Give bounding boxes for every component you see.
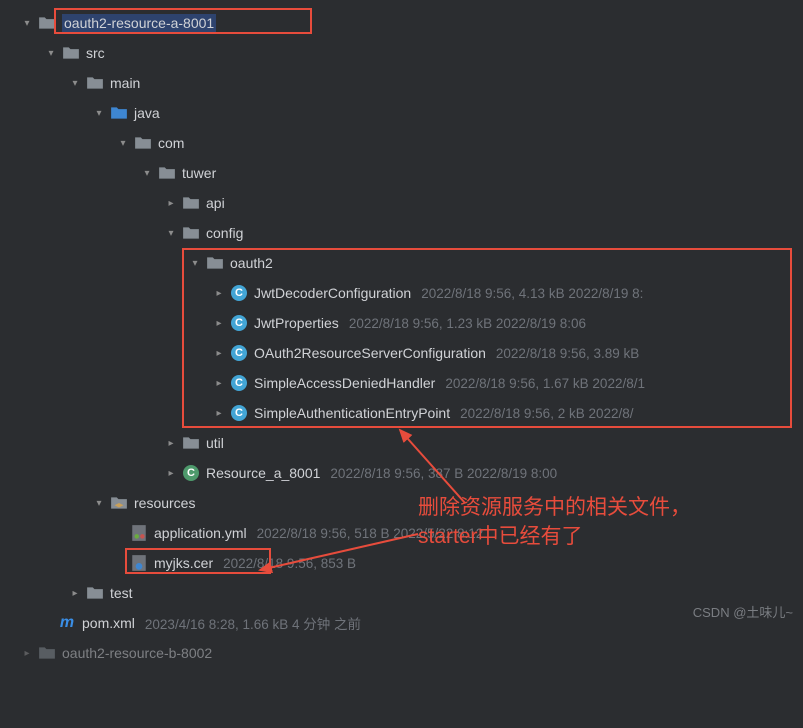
tree-label: oauth2 — [230, 255, 273, 271]
annotation-text: 删除资源服务中的相关文件， starter中已经有了 — [418, 493, 691, 552]
chevron-right-icon: ▸ — [212, 348, 226, 359]
chevron-down-icon: ▾ — [116, 138, 130, 149]
chevron-down-icon: ▾ — [140, 168, 154, 179]
tree-item-truncated[interactable]: ▸ oauth2-resource-b-8002 — [0, 638, 803, 668]
tree-item-test[interactable]: ▸ test — [0, 578, 803, 608]
class-icon: C — [182, 464, 200, 482]
tree-item-com[interactable]: ▾ com — [0, 128, 803, 158]
chevron-right-icon: ▸ — [20, 648, 34, 659]
chevron-right-icon: ▸ — [68, 588, 82, 599]
tree-label: application.yml — [154, 525, 247, 541]
folder-icon — [182, 434, 200, 452]
file-meta: 2022/8/18 9:56, 2 kB 2022/8/ — [460, 406, 633, 421]
chevron-right-icon: ▸ — [212, 288, 226, 299]
maven-icon: m — [58, 614, 76, 632]
tree-item-class[interactable]: ▸ C SimpleAuthenticationEntryPoint 2022/… — [0, 398, 803, 428]
chevron-down-icon: ▾ — [92, 108, 106, 119]
tree-label: myjks.cer — [154, 555, 213, 571]
folder-icon — [38, 14, 56, 32]
class-icon: C — [230, 284, 248, 302]
file-meta: 2023/4/16 8:28, 1.66 kB 4 分钟 之前 — [145, 613, 361, 633]
chevron-down-icon: ▾ — [188, 258, 202, 269]
tree-label: test — [110, 585, 133, 601]
chevron-right-icon: ▸ — [164, 438, 178, 449]
folder-icon — [62, 44, 80, 62]
tree-item-class[interactable]: ▸ C JwtProperties 2022/8/18 9:56, 1.23 k… — [0, 308, 803, 338]
tree-item-java[interactable]: ▾ java — [0, 98, 803, 128]
tree-label: util — [206, 435, 224, 451]
tree-label: Resource_a_8001 — [206, 465, 320, 481]
class-icon: C — [230, 314, 248, 332]
folder-icon — [86, 584, 104, 602]
chevron-down-icon: ▾ — [68, 78, 82, 89]
tree-label: pom.xml — [82, 615, 135, 631]
tree-label: oauth2-resource-b-8002 — [62, 645, 212, 661]
chevron-right-icon: ▸ — [212, 378, 226, 389]
tree-item-api[interactable]: ▸ api — [0, 188, 803, 218]
annotation-line: starter中已经有了 — [418, 522, 691, 551]
chevron-down-icon: ▾ — [92, 498, 106, 509]
tree-item-root[interactable]: ▾ oauth2-resource-a-8001 — [0, 8, 803, 38]
tree-item-class[interactable]: ▸ C OAuth2ResourceServerConfiguration 20… — [0, 338, 803, 368]
file-meta: 2022/8/18 9:56, 387 B 2022/8/19 8:00 — [330, 466, 557, 481]
file-meta: 2022/8/18 9:56, 4.13 kB 2022/8/19 8: — [421, 286, 643, 301]
project-tree: ▾ oauth2-resource-a-8001 ▾ src ▾ main ▾ … — [0, 0, 803, 668]
class-icon: C — [230, 404, 248, 422]
tree-item-class[interactable]: ▸ C SimpleAccessDeniedHandler 2022/8/18 … — [0, 368, 803, 398]
chevron-right-icon: ▸ — [164, 468, 178, 479]
tree-label: SimpleAuthenticationEntryPoint — [254, 405, 450, 421]
chevron-down-icon: ▾ — [164, 228, 178, 239]
folder-icon — [86, 74, 104, 92]
tree-item-config[interactable]: ▾ config — [0, 218, 803, 248]
chevron-right-icon: ▸ — [212, 408, 226, 419]
folder-icon — [206, 254, 224, 272]
tree-item-tuwer[interactable]: ▾ tuwer — [0, 158, 803, 188]
class-icon: C — [230, 374, 248, 392]
resources-folder-icon — [110, 494, 128, 512]
folder-icon — [38, 644, 56, 662]
folder-icon — [182, 224, 200, 242]
folder-icon — [134, 134, 152, 152]
annotation-line: 删除资源服务中的相关文件， — [418, 493, 691, 522]
folder-icon — [158, 164, 176, 182]
tree-label: JwtProperties — [254, 315, 339, 331]
tree-item-oauth2[interactable]: ▾ oauth2 — [0, 248, 803, 278]
tree-item-class[interactable]: ▸ C JwtDecoderConfiguration 2022/8/18 9:… — [0, 278, 803, 308]
chevron-right-icon: ▸ — [164, 198, 178, 209]
chevron-right-icon: ▸ — [212, 318, 226, 329]
tree-item-pom[interactable]: m pom.xml 2023/4/16 8:28, 1.66 kB 4 分钟 之… — [0, 608, 803, 638]
file-meta: 2022/8/18 9:56, 853 B — [223, 556, 356, 571]
chevron-down-icon: ▾ — [20, 18, 34, 29]
tree-label: SimpleAccessDeniedHandler — [254, 375, 435, 391]
tree-label: OAuth2ResourceServerConfiguration — [254, 345, 486, 361]
tree-label: JwtDecoderConfiguration — [254, 285, 411, 301]
file-meta: 2022/8/18 9:56, 1.67 kB 2022/8/1 — [445, 376, 645, 391]
file-meta: 2022/8/18 9:56, 3.89 kB — [496, 346, 639, 361]
chevron-down-icon: ▾ — [44, 48, 58, 59]
tree-item-cert[interactable]: myjks.cer 2022/8/18 9:56, 853 B — [0, 548, 803, 578]
file-meta: 2022/8/18 9:56, 1.23 kB 2022/8/19 8:06 — [349, 316, 586, 331]
watermark: CSDN @土味儿~ — [693, 602, 793, 621]
class-icon: C — [230, 344, 248, 362]
cert-icon — [130, 554, 148, 572]
source-folder-icon — [110, 104, 128, 122]
